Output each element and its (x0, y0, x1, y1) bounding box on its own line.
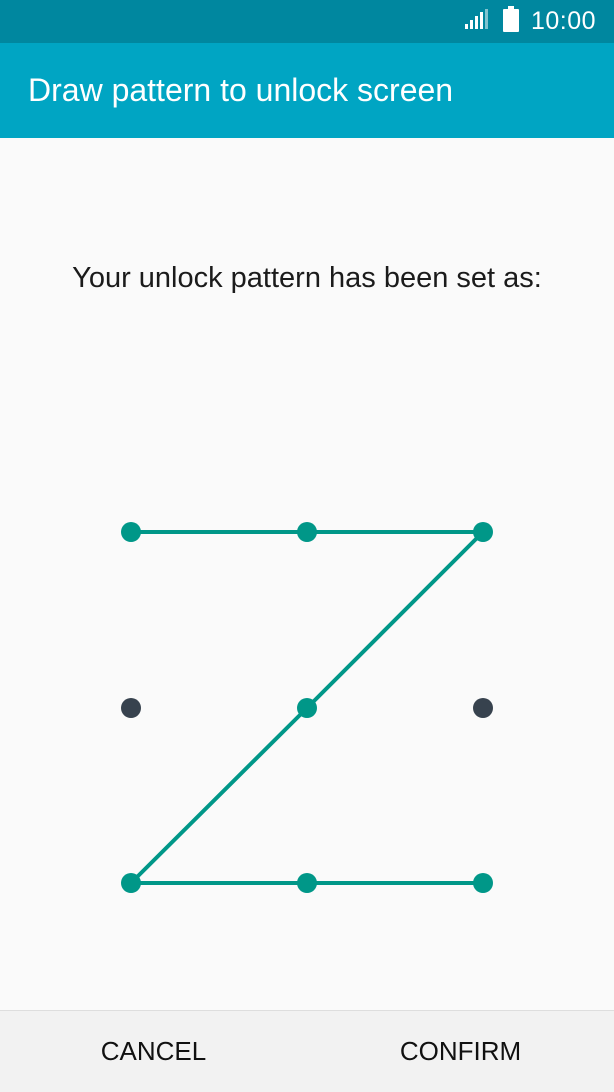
pattern-dot-active[interactable] (297, 522, 317, 542)
status-time: 10:00 (530, 7, 596, 35)
status-bar: 10:00 (0, 0, 614, 43)
pattern-content: Your unlock pattern has been set as: (0, 138, 614, 1010)
page-title: Draw pattern to unlock screen (28, 72, 454, 108)
confirm-button[interactable]: CONFIRM (307, 1011, 614, 1092)
bottom-button-bar: CANCEL CONFIRM (0, 1010, 614, 1092)
app-bar: Draw pattern to unlock screen (0, 43, 614, 138)
pattern-dot-active[interactable] (121, 522, 141, 542)
pattern-dot-inactive[interactable] (473, 698, 493, 718)
signal-icon (464, 9, 489, 34)
pattern-dot-active[interactable] (121, 873, 141, 893)
cancel-button[interactable]: CANCEL (0, 1011, 307, 1092)
pattern-segment (305, 530, 485, 710)
pattern-dot-active[interactable] (473, 522, 493, 542)
pattern-dot-active[interactable] (297, 873, 317, 893)
battery-icon (502, 6, 519, 37)
pattern-grid[interactable] (0, 138, 614, 1010)
pattern-dot-inactive[interactable] (121, 698, 141, 718)
pattern-segment (129, 706, 309, 885)
pattern-dot-active[interactable] (473, 873, 493, 893)
pattern-dot-active[interactable] (297, 698, 317, 718)
